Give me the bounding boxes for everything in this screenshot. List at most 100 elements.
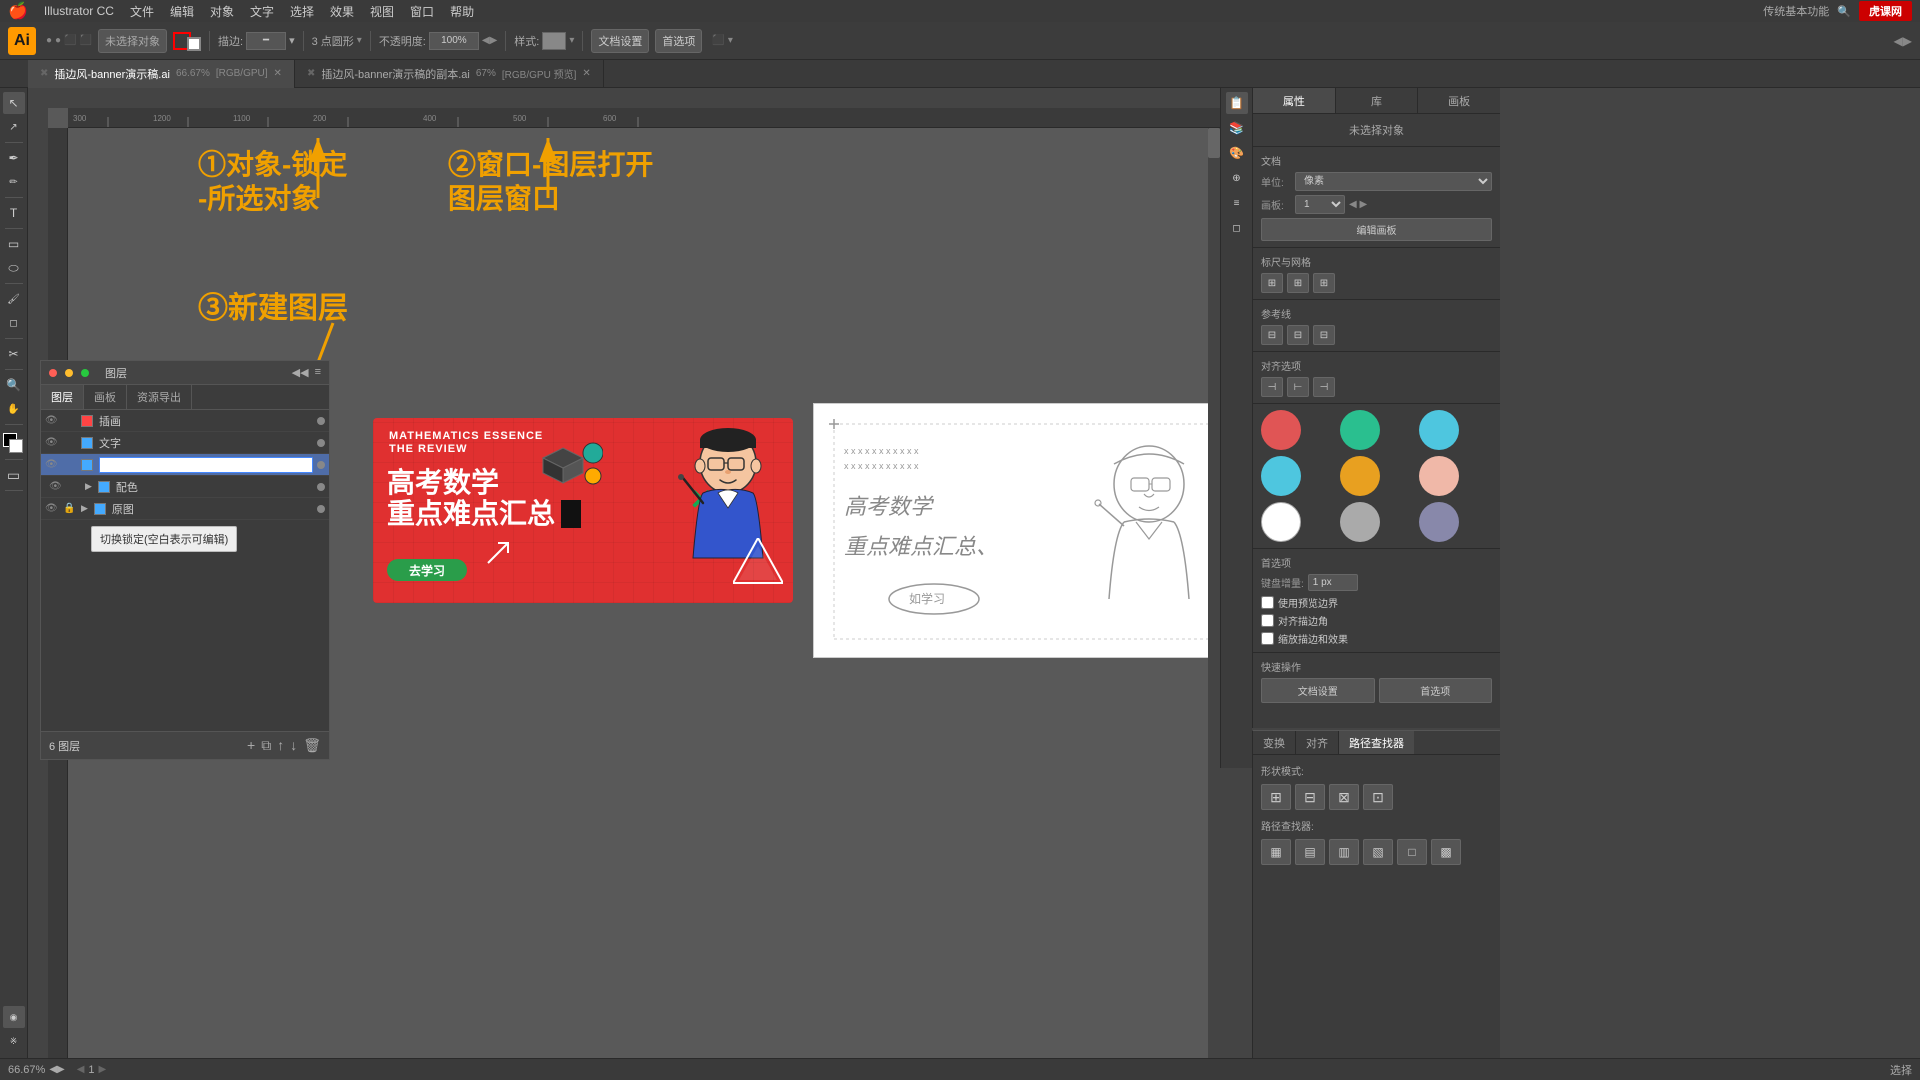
scrollbar-v[interactable] [1208, 128, 1220, 1068]
preferences-btn[interactable]: 首选项 [655, 29, 702, 53]
shape-mode-intersect[interactable]: ⊠ [1329, 784, 1359, 810]
swatch-cyan[interactable] [1261, 456, 1301, 496]
pf-trim[interactable]: ▤ [1295, 839, 1325, 865]
icon-align[interactable]: ≡ [1226, 192, 1248, 214]
menu-window[interactable]: 窗口 [410, 3, 434, 20]
guide-btn1[interactable]: ⊟ [1261, 325, 1283, 345]
panel-tab-artboards[interactable]: 画板 [1418, 88, 1500, 113]
pf-crop[interactable]: ▧ [1363, 839, 1393, 865]
layers-menu-btn[interactable]: ≡ [315, 366, 321, 379]
swatch-red[interactable] [1261, 410, 1301, 450]
tool-pencil[interactable]: ✏ [3, 171, 25, 193]
tool-ellipse[interactable]: ⬭ [3, 257, 25, 279]
quick-doc-settings-btn[interactable]: 文档设置 [1261, 678, 1375, 703]
tool-hand[interactable]: ✋ [3, 398, 25, 420]
layer-eye-original[interactable]: 👁 [45, 503, 59, 514]
shape-mode-exclude[interactable]: ⊡ [1363, 784, 1393, 810]
window-minimize[interactable] [65, 369, 73, 377]
new-layer-btn[interactable]: + [247, 737, 255, 754]
pf-minus-back[interactable]: ▩ [1431, 839, 1461, 865]
swatch-blue-gray[interactable] [1419, 502, 1459, 542]
layer-item-color[interactable]: 👁 ▶ 配色 [41, 476, 329, 498]
layers-tab-export[interactable]: 资源导出 [127, 385, 192, 409]
align-tab[interactable]: 对齐 [1296, 731, 1339, 754]
align-right-btn[interactable]: ⊣ [1313, 377, 1335, 397]
layer-eye-text[interactable]: 👁 [45, 437, 59, 448]
tool-pen[interactable]: ✒ [3, 147, 25, 169]
menu-file[interactable]: 文件 [130, 3, 154, 20]
smart-guide-btn[interactable]: ⊞ [1313, 273, 1335, 293]
swatch-teal[interactable] [1340, 410, 1380, 450]
window-maximize[interactable] [81, 369, 89, 377]
unit-select[interactable]: 像素毫米厘米 [1295, 172, 1492, 191]
menu-help[interactable]: 帮助 [450, 3, 474, 20]
pf-merge[interactable]: ▥ [1329, 839, 1359, 865]
panel-tab-properties[interactable]: 属性 [1253, 88, 1336, 113]
icon-pathfinder[interactable]: ◻ [1226, 217, 1248, 239]
icon-transform[interactable]: ⊕ [1226, 167, 1248, 189]
duplicate-layer-btn[interactable]: ⧉ [261, 737, 271, 754]
fill-color[interactable] [3, 433, 25, 455]
layer-item-editing[interactable]: 👁 [41, 454, 329, 476]
pf-divide[interactable]: ▦ [1261, 839, 1291, 865]
ruler-btn[interactable]: ⊞ [1261, 273, 1283, 293]
menu-object[interactable]: 对象 [210, 3, 234, 20]
tool-paint[interactable]: 🖌 [3, 288, 25, 310]
layer-lock-original[interactable]: 🔒 [63, 503, 77, 514]
layer-eye-color[interactable]: 👁 [49, 481, 63, 492]
apple-menu[interactable]: 🍎 [8, 1, 28, 21]
grid-btn[interactable]: ⊞ [1287, 273, 1309, 293]
keyboard-increment-input[interactable] [1308, 574, 1358, 591]
tool-scissors[interactable]: ✂ [3, 343, 25, 365]
align-corners-checkbox[interactable] [1261, 614, 1274, 627]
tool-direct-select[interactable]: ↗ [3, 116, 25, 138]
layer-item-text[interactable]: 👁 文字 [41, 432, 329, 454]
tab-main[interactable]: ✖ 插边风-banner演示稿.ai 66.67% [RGB/GPU] ✕ [28, 60, 295, 88]
pf-outline[interactable]: □ [1397, 839, 1427, 865]
swatch-peach[interactable] [1419, 456, 1459, 496]
swatch-orange[interactable] [1340, 456, 1380, 496]
swatch-white[interactable] [1261, 502, 1301, 542]
align-left-btn[interactable]: ⊣ [1261, 377, 1283, 397]
shape-mode-unite[interactable]: ⊞ [1261, 784, 1291, 810]
layer-eye-editing[interactable]: 👁 [45, 459, 59, 470]
tool-text[interactable]: T [3, 202, 25, 224]
layers-tab-layers[interactable]: 图层 [41, 385, 84, 409]
layers-tab-artboards[interactable]: 画板 [84, 385, 127, 409]
layer-item-illustration[interactable]: 👁 插画 [41, 410, 329, 432]
icon-properties[interactable]: 📋 [1226, 92, 1248, 114]
transform-tab[interactable]: 变换 [1253, 731, 1296, 754]
stroke-input[interactable]: ━ [246, 32, 286, 50]
swatch-blue[interactable] [1419, 410, 1459, 450]
doc-settings-btn[interactable]: 文档设置 [591, 29, 649, 53]
layer-item-original[interactable]: 👁 🔒 ▶ 原图 [41, 498, 329, 520]
shape-mode-minus[interactable]: ⊟ [1295, 784, 1325, 810]
menu-view[interactable]: 视图 [370, 3, 394, 20]
tab-close-copy[interactable]: ✕ [582, 68, 590, 79]
move-up-btn[interactable]: ↑ [277, 737, 284, 754]
artboard-select[interactable]: 1 [1295, 195, 1345, 214]
style-swatch[interactable] [542, 32, 566, 50]
quick-preferences-btn[interactable]: 首选项 [1379, 678, 1493, 703]
no-selection-btn[interactable]: 未选择对象 [98, 29, 167, 53]
preview-bounds-checkbox[interactable] [1261, 596, 1274, 609]
move-down-btn[interactable]: ↓ [290, 737, 297, 754]
guide-btn2[interactable]: ⊟ [1287, 325, 1309, 345]
icon-libraries[interactable]: 📚 [1226, 117, 1248, 139]
menu-select[interactable]: 选择 [290, 3, 314, 20]
tool-symbol[interactable]: ※ [3, 1030, 25, 1052]
menu-edit[interactable]: 编辑 [170, 3, 194, 20]
tool-rect[interactable]: ▭ [3, 233, 25, 255]
pathfinder-tab[interactable]: 路径查找器 [1339, 731, 1414, 754]
opacity-input[interactable]: 100% [429, 32, 479, 50]
menu-illustrator[interactable]: Illustrator CC [44, 4, 114, 18]
tool-livecolor[interactable]: ◉ [3, 1006, 25, 1028]
window-close[interactable] [49, 369, 57, 377]
delete-layer-btn[interactable]: 🗑 [303, 737, 321, 754]
shape-dropdown[interactable]: 3 点圆形 [312, 33, 354, 49]
swatch-gray[interactable] [1340, 502, 1380, 542]
layer-name-input[interactable] [99, 457, 313, 473]
menu-text[interactable]: 文字 [250, 3, 274, 20]
panel-tab-libraries[interactable]: 库 [1336, 88, 1419, 113]
guide-btn3[interactable]: ⊟ [1313, 325, 1335, 345]
